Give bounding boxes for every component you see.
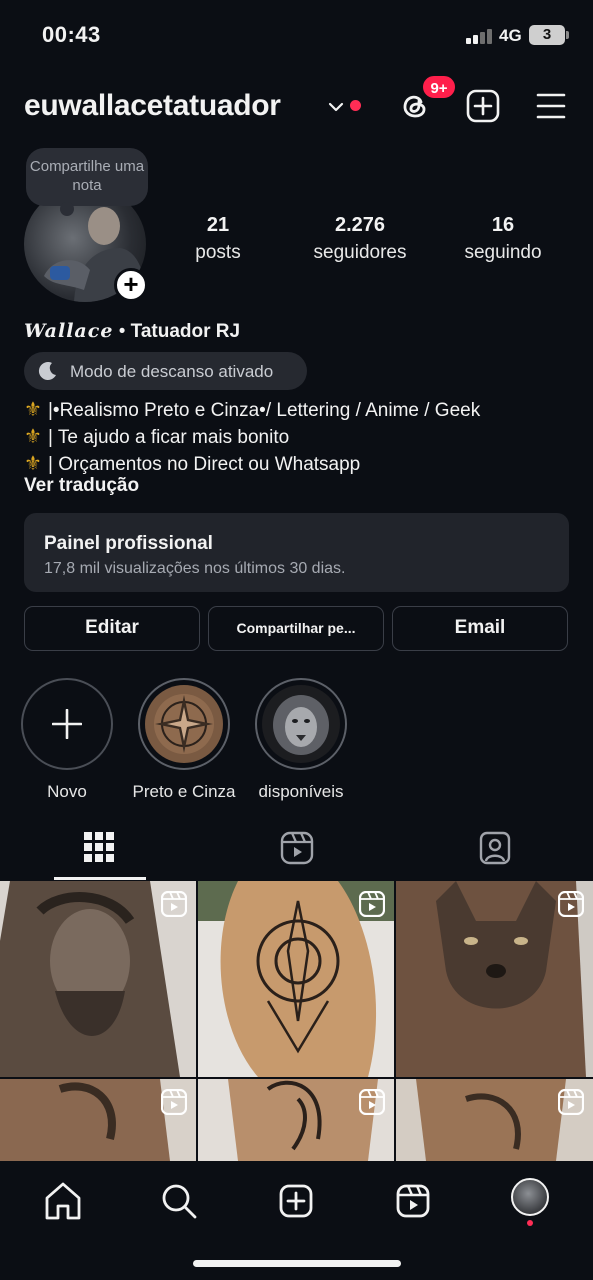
active-tab-indicator [54,877,146,880]
status-time: 00:43 [42,22,101,47]
stat-following[interactable]: 16 seguindo [452,214,554,264]
profile-tabs [0,822,593,880]
bottom-navigation [0,1162,593,1280]
professional-dashboard[interactable]: Painel profissional 17,8 mil visualizaçõ… [24,513,569,592]
post-tile-mandala[interactable] [198,881,394,1077]
stat-followers-label: seguidores [313,242,407,263]
profile-username[interactable]: euwallacetatuador [24,89,281,123]
bio-line: ⚜ | Orçamentos no Direct ou Whatsapp [24,451,480,478]
bio-line-text: | Orçamentos no Direct ou Whatsapp [48,454,361,475]
dashboard-subtitle: 17,8 mil visualizações nos últimos 30 di… [44,560,346,577]
post-tile-jesus[interactable] [0,881,196,1077]
stat-posts-label: posts [195,242,241,263]
highlight-disponiveis[interactable]: disponíveis [255,678,347,802]
notification-badge: 9+ [421,74,457,100]
cellular-signal-icon [466,28,494,44]
home-indicator [193,1260,401,1267]
post-tile-heart[interactable] [198,1079,394,1161]
email-button[interactable]: Email [392,606,568,651]
highlight-ring[interactable] [138,678,230,770]
post-tile-wolf[interactable] [396,881,593,1077]
edit-profile-button[interactable]: Editar [24,606,200,651]
tagged-icon [479,831,511,865]
bio-line: ⚜ | Te ajudo a ficar mais bonito [24,424,480,451]
battery-icon: 3 [529,25,569,45]
note-bubble[interactable]: Compartilhe uma nota [26,148,148,216]
highlight-label: disponíveis [258,782,344,801]
rest-mode-chip[interactable]: Modo de descanso ativado [24,352,307,390]
chevron-down-icon[interactable] [327,98,345,116]
tab-reels[interactable] [197,822,395,880]
tab-grid[interactable] [0,822,198,880]
profile-notification-dot [527,1220,533,1226]
stat-following-value: 16 [491,214,515,236]
reel-badge-icon [558,1089,584,1115]
menu-icon[interactable] [536,92,566,120]
reel-badge-icon [161,891,187,917]
reel-badge-icon [558,891,584,917]
highlight-new[interactable]: Novo [21,678,113,802]
highlight-label: Preto e Cinza [132,782,236,801]
highlight-cover-lion [262,685,340,763]
fleur-de-lis-icon: ⚜ [24,453,42,475]
bio-line-text: |•Realismo Preto e Cinza•/ Lettering / A… [48,400,481,421]
reel-badge-icon [359,1089,385,1115]
search-icon[interactable] [154,1176,204,1226]
create-icon[interactable] [271,1176,321,1226]
highlight-label: Novo [47,782,87,801]
rest-mode-label: Modo de descanso ativado [70,362,274,381]
fleur-de-lis-icon: ⚜ [24,426,42,448]
highlight-cover-compass [145,685,223,763]
tab-tagged[interactable] [395,822,593,880]
profile-avatar[interactable] [511,1178,549,1216]
dashboard-title: Painel profissional [44,533,213,554]
bio-line: ⚜ |•Realismo Preto e Cinza•/ Lettering / … [24,397,480,424]
network-type: 4G [499,26,522,45]
profile-header: euwallacetatuador 9+ [0,74,593,134]
grid-icon [84,832,114,862]
stat-following-label: seguindo [464,242,542,263]
highlight-new-ring[interactable] [21,678,113,770]
name-separator: • [118,321,126,342]
plus-icon [52,709,82,739]
see-translation-link[interactable]: Ver tradução [24,475,139,497]
post-tile[interactable] [0,1079,196,1161]
reel-badge-icon [161,1089,187,1115]
highlight-ring[interactable] [255,678,347,770]
stat-followers-value: 2.276 [334,214,386,236]
share-profile-button[interactable]: Compartilhar pe... [208,606,384,651]
add-post-icon[interactable] [466,89,500,123]
highlight-preto-e-cinza[interactable]: Preto e Cinza [133,678,236,802]
moon-icon [38,362,56,381]
reel-badge-icon [359,891,385,917]
stat-followers[interactable]: 2.276 seguidores [300,214,420,264]
stat-posts-value: 21 [206,214,230,236]
profile-name-line: Wallace • Tatuador RJ [24,320,240,343]
fleur-de-lis-icon: ⚜ [24,399,42,421]
posts-grid [0,881,593,1161]
post-tile[interactable] [396,1079,593,1161]
profile-category: Tatuador RJ [130,321,241,342]
bio-line-text: | Te ajudo a ficar mais bonito [48,427,290,448]
reels-icon [280,831,314,865]
add-story-icon[interactable]: + [114,268,148,302]
stat-posts[interactable]: 21 posts [178,214,258,264]
status-bar: 00:43 4G 3 [0,0,593,72]
account-notification-dot [350,100,361,111]
reels-icon[interactable] [388,1176,438,1226]
profile-display-name: Wallace [24,320,114,342]
profile-bio: ⚜ |•Realismo Preto e Cinza•/ Lettering / … [24,397,480,478]
home-icon[interactable] [38,1176,88,1226]
